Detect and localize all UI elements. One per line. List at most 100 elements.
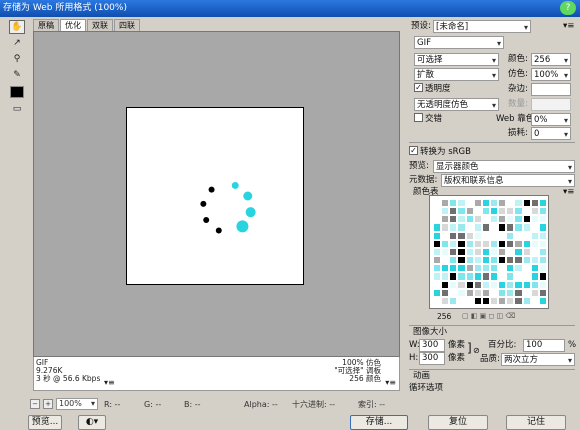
preview-select[interactable]: 显示器颜色	[433, 160, 575, 174]
color-swatch[interactable]	[449, 247, 458, 257]
color-swatch[interactable]	[538, 296, 547, 305]
color-swatch[interactable]	[498, 280, 507, 289]
color-swatch[interactable]	[538, 231, 547, 240]
color-swatch[interactable]	[441, 199, 450, 208]
zoom-icon[interactable]: ⚲	[9, 52, 25, 66]
color-swatch[interactable]	[490, 296, 499, 305]
color-swatch[interactable]	[473, 256, 482, 265]
color-swatch[interactable]	[498, 231, 507, 240]
color-swatch[interactable]	[449, 264, 458, 273]
eyedropper-icon[interactable]: ✎	[9, 68, 25, 82]
color-swatch[interactable]	[457, 223, 466, 232]
color-swatch[interactable]	[522, 264, 531, 273]
color-swatch[interactable]	[441, 223, 450, 232]
color-swatch[interactable]	[449, 215, 458, 224]
color-swatch[interactable]	[465, 215, 474, 224]
color-swatch[interactable]	[506, 231, 515, 240]
color-swatch[interactable]	[473, 231, 482, 240]
color-swatch[interactable]	[538, 207, 547, 216]
color-swatch[interactable]	[538, 256, 547, 265]
color-swatch[interactable]	[522, 207, 531, 216]
color-swatch[interactable]	[465, 264, 474, 273]
color-swatch[interactable]	[530, 256, 539, 265]
color-table-grid[interactable]	[433, 199, 547, 305]
color-swatch[interactable]	[433, 215, 442, 224]
help-icon[interactable]: ?	[560, 1, 576, 15]
color-swatch[interactable]	[465, 223, 474, 232]
percent-input[interactable]: 100	[523, 339, 565, 352]
transparency-checkbox[interactable]: ✓ 透明度	[414, 83, 451, 96]
color-swatch[interactable]	[506, 239, 515, 248]
color-table[interactable]	[429, 195, 549, 309]
color-swatch[interactable]	[473, 239, 482, 248]
color-swatch[interactable]	[441, 272, 450, 281]
color-swatch[interactable]	[449, 296, 458, 305]
color-swatch[interactable]	[473, 247, 482, 257]
preview-button[interactable]: 预览...	[28, 415, 62, 430]
color-swatch[interactable]	[490, 288, 499, 297]
transparency-check-icon[interactable]: ✓	[414, 83, 423, 92]
reset-button[interactable]: 复位	[428, 415, 488, 430]
tab-2up[interactable]: 双联	[87, 19, 113, 31]
color-swatch[interactable]	[530, 272, 539, 281]
color-swatch[interactable]	[457, 215, 466, 224]
color-swatch[interactable]	[514, 272, 523, 281]
color-swatch[interactable]	[530, 247, 539, 257]
color-swatch[interactable]	[457, 272, 466, 281]
color-swatch[interactable]	[481, 288, 490, 297]
color-table-menu-icon[interactable]: ▾≡	[563, 186, 574, 199]
preset-select[interactable]: [未命名]	[433, 20, 531, 34]
color-swatch[interactable]	[498, 296, 507, 305]
color-swatch[interactable]	[441, 280, 450, 289]
color-swatch[interactable]	[530, 231, 539, 240]
color-swatch[interactable]	[498, 247, 507, 257]
color-swatch[interactable]	[506, 296, 515, 305]
color-swatch[interactable]	[457, 288, 466, 297]
color-swatch[interactable]	[465, 199, 474, 208]
color-swatch[interactable]	[473, 296, 482, 305]
color-swatch[interactable]	[514, 256, 523, 265]
color-swatch[interactable]	[490, 256, 499, 265]
color-swatch[interactable]	[490, 231, 499, 240]
color-swatch[interactable]	[490, 215, 499, 224]
color-swatch[interactable]	[498, 288, 507, 297]
color-swatch[interactable]	[530, 288, 539, 297]
color-swatch[interactable]	[449, 280, 458, 289]
color-swatch[interactable]	[538, 288, 547, 297]
color-swatch[interactable]	[465, 288, 474, 297]
color-swatch[interactable]	[465, 231, 474, 240]
color-swatch[interactable]	[449, 256, 458, 265]
colors-select[interactable]: 256	[531, 53, 571, 67]
color-swatch[interactable]	[514, 207, 523, 216]
color-swatch[interactable]	[465, 296, 474, 305]
zoom-out-button[interactable]: −	[30, 399, 40, 409]
color-swatch[interactable]	[441, 207, 450, 216]
color-swatch[interactable]	[514, 199, 523, 208]
color-swatch[interactable]	[522, 272, 531, 281]
color-swatch[interactable]	[449, 231, 458, 240]
color-swatch[interactable]	[449, 239, 458, 248]
color-swatch[interactable]	[433, 264, 442, 273]
color-swatch[interactable]	[473, 288, 482, 297]
color-swatch[interactable]	[465, 280, 474, 289]
color-swatch[interactable]	[530, 239, 539, 248]
color-swatch[interactable]	[506, 247, 515, 257]
color-swatch[interactable]	[538, 247, 547, 257]
color-swatch[interactable]	[530, 215, 539, 224]
color-swatch[interactable]	[465, 256, 474, 265]
color-swatch[interactable]	[465, 239, 474, 248]
tab-optimized[interactable]: 优化	[60, 19, 86, 31]
color-swatch[interactable]	[498, 199, 507, 208]
color-swatch[interactable]	[522, 288, 531, 297]
lossy-select[interactable]: 0	[531, 127, 571, 141]
color-swatch[interactable]	[441, 296, 450, 305]
color-swatch[interactable]	[441, 256, 450, 265]
color-swatch[interactable]	[490, 247, 499, 257]
convert-srgb-check-icon[interactable]: ✓	[409, 146, 418, 155]
color-swatch[interactable]	[449, 207, 458, 216]
eyedropper-color-swatch[interactable]	[10, 86, 24, 98]
color-swatch[interactable]	[481, 272, 490, 281]
color-swatch[interactable]	[522, 215, 531, 224]
color-swatch[interactable]	[473, 272, 482, 281]
color-swatch[interactable]	[514, 296, 523, 305]
